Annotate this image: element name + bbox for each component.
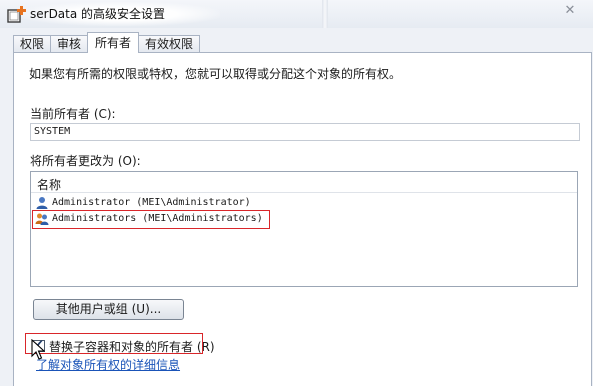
title-separator: [322, 0, 328, 28]
owner-highlight-box: [32, 210, 270, 229]
tab-auditing[interactable]: 审核: [50, 35, 89, 53]
owner-list[interactable]: 名称 Administrator (MEI\Administrator) Adm…: [30, 171, 578, 287]
change-owner-label: 将所有者更改为 (O):: [30, 154, 141, 168]
column-name-label: 名称: [37, 178, 62, 192]
owner-description: 如果您有所需的权限或特权，您就可以取得或分配这个对象的所有权。: [29, 67, 402, 81]
tab-owner[interactable]: 所有者: [87, 32, 140, 53]
window-title: serData 的高级安全设置: [30, 7, 166, 21]
list-column-header[interactable]: 名称: [31, 172, 577, 193]
ownership-help-link[interactable]: 了解对象所有权的详细信息: [36, 356, 180, 373]
app-icon: [7, 6, 26, 23]
title-bar: serData 的高级安全设置 ✕: [0, 0, 593, 28]
checkbox-highlight-box: [25, 333, 203, 354]
advanced-security-settings-window: serData 的高级安全设置 ✕ 权限 审核 所有者 有效权限 如果您有所需的…: [0, 0, 593, 386]
other-users-button[interactable]: 其他用户或组 (U)...: [33, 299, 184, 320]
current-owner-field: SYSTEM: [30, 123, 580, 141]
current-owner-label: 当前所有者 (C):: [30, 107, 116, 121]
close-icon[interactable]: ✕: [561, 2, 579, 20]
tab-permissions[interactable]: 权限: [13, 35, 52, 53]
list-item[interactable]: Administrator (MEI\Administrator): [33, 196, 263, 211]
owner-tab-panel: 如果您有所需的权限或特权，您就可以取得或分配这个对象的所有权。 当前所有者 (C…: [13, 52, 592, 386]
tab-bar: 权限 审核 所有者 有效权限: [13, 32, 201, 53]
list-item-label: Administrator (MEI\Administrator): [52, 197, 251, 208]
tab-effective-permissions[interactable]: 有效权限: [138, 35, 201, 53]
user-icon: [36, 197, 48, 209]
